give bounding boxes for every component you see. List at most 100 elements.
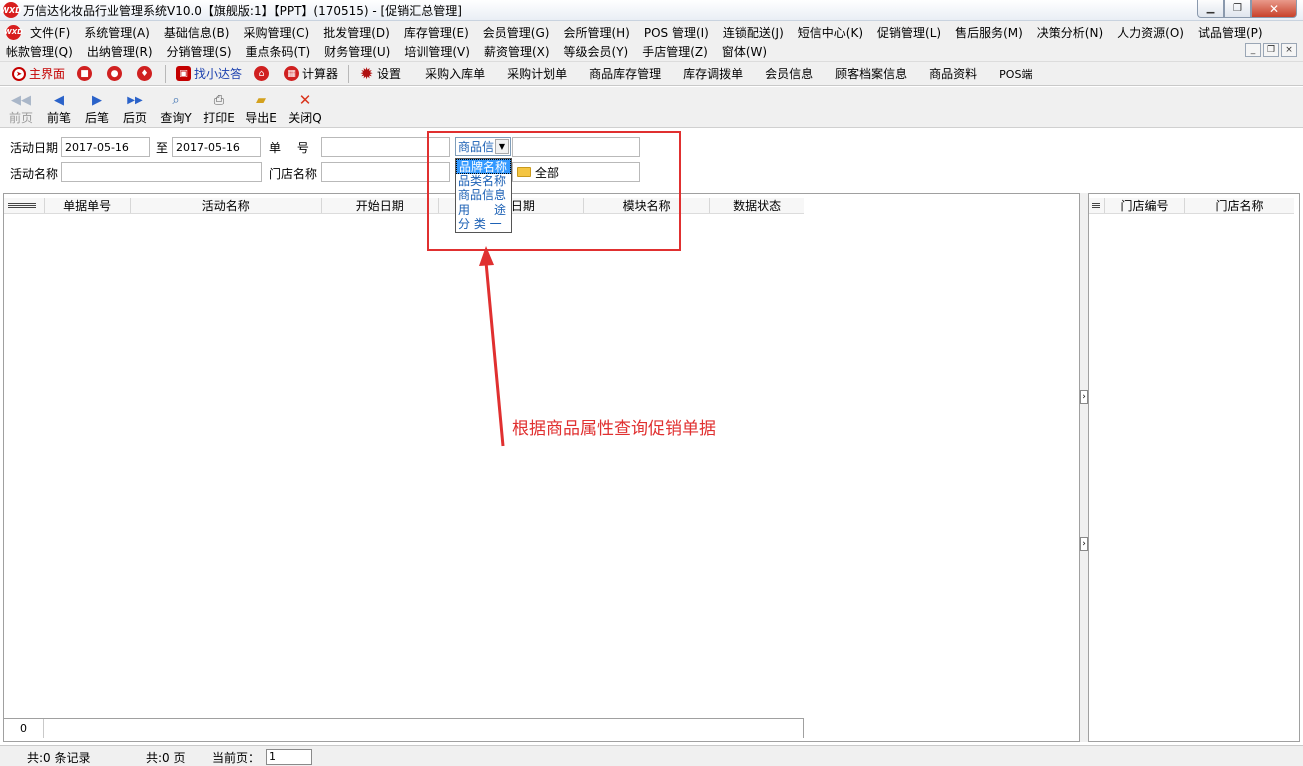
maximize-button[interactable]: ❐ [1224,0,1251,18]
record-count: 共:0 条记录 [27,751,91,765]
menu-level-member[interactable]: 等级会员(Y) [557,43,636,60]
mdi-restore-button[interactable]: ❐ [1263,43,1279,57]
col-doc-no[interactable]: 单据单号 [45,198,131,213]
menu-row-1: WXD 文件(F) 系统管理(A) 基础信息(B) 采购管理(C) 批发管理(D… [4,22,1270,42]
attribute-option-product[interactable]: 商品信息 [456,188,511,203]
menu-analysis[interactable]: 决策分析(N) [1030,24,1110,41]
date-to-input[interactable] [172,137,261,157]
link-purchase-plan[interactable]: 采购计划单 [501,63,583,85]
date-from-input[interactable] [61,137,150,157]
row-indicator-icon [4,198,45,213]
panel-splitter[interactable]: › › [1080,193,1088,742]
next-record-button[interactable]: ▶ 后笔 [78,87,116,127]
menu-distribution[interactable]: 连锁配送(J) [716,24,791,41]
col-store-no[interactable]: 门店编号 [1105,198,1185,213]
menu-promotion[interactable]: 促销管理(L) [870,24,948,41]
menu-samples[interactable]: 试品管理(P) [1191,24,1270,41]
menu-accounts[interactable]: 帐款管理(Q) [6,43,80,60]
link-transfer[interactable]: 库存调拨单 [677,63,759,85]
print-button[interactable]: ⎙ 打印E [198,87,240,127]
nav-toolbar: ◀◀ 前页 ◀ 前笔 ▶ 后笔 ▶▶ 后页 ⌕ 查询Y ⎙ 打印E ▰ 导出E … [0,87,1303,128]
attribute-option-class1[interactable]: 分 类 一 [456,217,511,232]
settings-label: 设置 [377,67,402,81]
promotion-grid[interactable]: 单据单号 活动名称 开始日期 结束日期 模块名称 数据状态 0 [3,193,1080,742]
menu-member[interactable]: 会员管理(G) [476,24,557,41]
lock-icon: ■ [77,66,93,81]
window-controls: ▁ ❐ ✕ [1197,0,1297,18]
menu-window[interactable]: 窗体(W) [715,43,774,60]
query-button[interactable]: ⌕ 查询Y [154,87,198,127]
double-left-icon: ◀◀ [11,92,31,108]
menu-logo-icon: WXD [4,24,23,40]
prev-page-button[interactable]: ◀◀ 前页 [2,87,40,127]
assistant-icon: ▣ [176,66,192,81]
menu-sms[interactable]: 短信中心(K) [791,24,870,41]
menu-barcode[interactable]: 重点条码(T) [239,43,318,60]
current-page-input[interactable]: 1 [266,749,312,765]
doc-no-label: 单 号 [269,141,309,155]
calculator-icon: ▦ [284,66,300,81]
export-button[interactable]: ▰ 导出E [240,87,282,127]
menu-store[interactable]: 手店管理(Z) [635,43,715,60]
lock-button[interactable]: ■ [71,63,101,85]
menu-cashier[interactable]: 出纳管理(R) [80,43,160,60]
link-member-info[interactable]: 会员信息 [759,63,829,85]
attribute-option-usage[interactable]: 用 途 [456,203,511,218]
menu-inventory[interactable]: 库存管理(E) [397,24,476,41]
calculator-button[interactable]: ▦ 计算器 [278,63,344,85]
menu-training[interactable]: 培训管理(V) [397,43,477,60]
col-store-name[interactable]: 门店名称 [1185,198,1294,213]
menu-purchase[interactable]: 采购管理(C) [236,24,316,41]
menu-after-sales[interactable]: 售后服务(M) [948,24,1030,41]
splitter-arrow-icon[interactable]: › [1080,537,1088,551]
house-button[interactable]: ⌂ [248,63,278,85]
menu-basic-info[interactable]: 基础信息(B) [157,24,237,41]
menu-hr[interactable]: 人力资源(O) [1110,24,1191,41]
date-to-label: 至 [156,141,169,155]
store-grid-header: 门店编号 门店名称 [1089,198,1294,214]
menu-row-2: 帐款管理(Q) 出纳管理(R) 分销管理(S) 重点条码(T) 财务管理(U) … [6,41,774,61]
mdi-minimize-button[interactable]: _ [1245,43,1261,57]
mdi-controls: _ ❐ × [1245,43,1297,57]
menu-club[interactable]: 会所管理(H) [556,24,636,41]
toolbar-separator [348,64,350,83]
menu-reseller[interactable]: 分销管理(S) [160,43,239,60]
link-stock-manage[interactable]: 商品库存管理 [583,63,677,85]
assistant-button[interactable]: ▣ 找小达答 [170,63,248,85]
link-customer-file[interactable]: 顾客档案信息 [829,63,923,85]
link-product-info[interactable]: 商品资料 [923,63,993,85]
attribute-option-category[interactable]: 品类名称 [456,174,511,189]
menu-wholesale[interactable]: 批发管理(D) [316,24,397,41]
link-pos[interactable]: POS端 [993,63,1038,85]
activity-name-input[interactable] [61,162,262,182]
printer-icon: ⎙ [213,92,225,108]
col-data-status[interactable]: 数据状态 [710,198,804,213]
col-activity-name[interactable]: 活动名称 [131,198,322,213]
next-page-button[interactable]: ▶▶ 后页 [116,87,154,127]
export-folder-icon: ▰ [256,92,266,108]
home-label: 主界面 [29,67,66,81]
quick-toolbar: ➤ 主界面 ■ ● ♦ ▣ 找小达答 ⌂ ▦ 计算器 ✹ 设置 采购入库单 采购… [0,61,1303,86]
menu-finance[interactable]: 财务管理(U) [317,43,397,60]
splitter-arrow-icon[interactable]: › [1080,390,1088,404]
home-button[interactable]: ➤ 主界面 [0,63,71,85]
shield-button[interactable]: ♦ [131,63,161,85]
col-start-date[interactable]: 开始日期 [322,198,439,213]
toolbar-separator [165,64,167,83]
menu-pos[interactable]: POS 管理(I) [637,24,716,41]
menu-salary[interactable]: 薪资管理(X) [477,43,557,60]
store-grid[interactable]: 门店编号 门店名称 [1088,193,1300,742]
chat-button[interactable]: ● [101,63,131,85]
mdi-close-button[interactable]: × [1281,43,1297,57]
minimize-button[interactable]: ▁ [1197,0,1224,18]
close-window-button[interactable]: ✕ [1251,0,1297,18]
prev-record-button[interactable]: ◀ 前笔 [40,87,78,127]
settings-button[interactable]: ✹ 设置 [353,63,407,85]
menu-file[interactable]: 文件(F) [23,24,77,41]
close-button[interactable]: ✕ 关闭Q [282,87,328,127]
menu-system[interactable]: 系统管理(A) [77,24,157,41]
link-purchase-in[interactable]: 采购入库单 [407,63,501,85]
next-page-label: 后页 [122,111,147,125]
title-bar: WXD 万信达化妆品行业管理系统V10.0【旗舰版:1】【PPT】(170515… [0,0,1303,21]
attribute-option-brand[interactable]: 品牌名称 [456,159,511,174]
